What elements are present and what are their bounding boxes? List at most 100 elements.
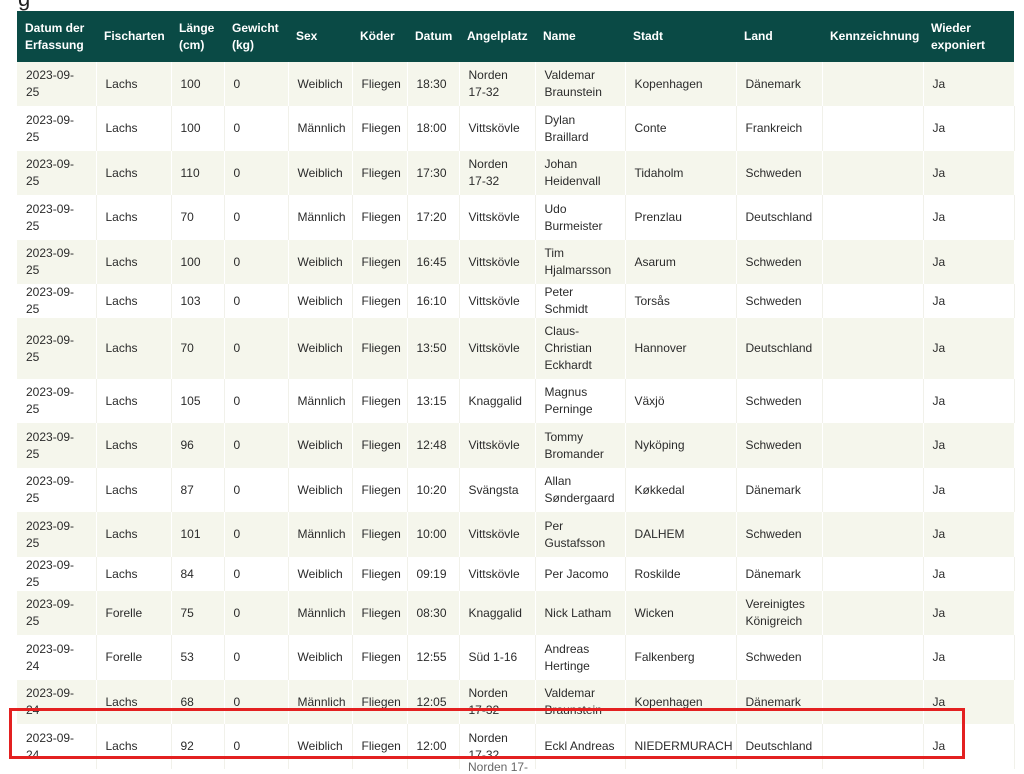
cell-name: Magnus Perninge bbox=[535, 379, 626, 423]
cell-land: Dänemark bbox=[736, 680, 823, 724]
cell-sex: Weiblich bbox=[288, 318, 353, 379]
header-fischarten[interactable]: Fischarten bbox=[96, 11, 171, 62]
cell-datum: 18:30 bbox=[407, 62, 460, 106]
table-row[interactable]: 2023-09-25 Lachs 70 0 Männlich Fliegen 17:20 Vi… bbox=[17, 195, 1015, 240]
header-koeder[interactable]: Köder bbox=[352, 11, 407, 62]
cell-kennzeichnung bbox=[822, 680, 924, 724]
cell-fischart: Lachs bbox=[96, 680, 172, 724]
cell-datum-erfassung: 2023-09-25 bbox=[17, 468, 97, 512]
cell-koeder: Fliegen bbox=[352, 423, 408, 468]
cell-stadt: Växjö bbox=[625, 379, 737, 423]
cell-sex: Männlich bbox=[288, 195, 353, 240]
cell-name: Allan Søndergaard bbox=[535, 468, 626, 512]
cell-wieder-exponiert: Ja bbox=[923, 680, 1015, 724]
cell-land: Schweden bbox=[736, 423, 823, 468]
cell-laenge: 84 bbox=[171, 557, 225, 591]
cell-laenge: 100 bbox=[171, 62, 225, 106]
table-row[interactable]: 2023-09-25 Lachs 96 0 Weiblich Fliegen 12:48 Vi… bbox=[17, 423, 1015, 468]
table-row[interactable]: 2023-09-25 Lachs 87 0 Weiblich Fliegen 10:20 Sv… bbox=[17, 468, 1015, 512]
cell-gewicht: 0 bbox=[224, 423, 289, 468]
cell-koeder: Fliegen bbox=[352, 557, 408, 591]
table-row[interactable]: 2023-09-25 Lachs 100 0 Männlich Fliegen 18:00 V… bbox=[17, 106, 1015, 151]
cell-kennzeichnung bbox=[822, 284, 924, 318]
cell-laenge: 101 bbox=[171, 512, 225, 557]
cell-sex: Männlich bbox=[288, 106, 353, 151]
cell-name: Tommy Bromander bbox=[535, 423, 626, 468]
cell-koeder: Fliegen bbox=[352, 635, 408, 680]
cell-fischart: Lachs bbox=[96, 557, 172, 591]
table-row[interactable]: 2023-09-25 Lachs 103 0 Weiblich Fliegen 16:10 V… bbox=[17, 284, 1015, 318]
cell-datum-erfassung: 2023-09-25 bbox=[17, 240, 97, 284]
cell-gewicht: 0 bbox=[224, 724, 289, 769]
cell-datum-erfassung: 2023-09-25 bbox=[17, 379, 97, 423]
table-row[interactable]: 2023-09-25 Lachs 70 0 Weiblich Fliegen 13:50 Vi… bbox=[17, 318, 1015, 379]
cell-wieder-exponiert: Ja bbox=[923, 62, 1015, 106]
cell-laenge: 110 bbox=[171, 151, 225, 195]
cell-angelplatz: Vittskövle bbox=[459, 557, 536, 591]
cell-gewicht: 0 bbox=[224, 379, 289, 423]
header-stadt[interactable]: Stadt bbox=[625, 11, 736, 62]
header-laenge[interactable]: Länge (cm) bbox=[171, 11, 224, 62]
cell-kennzeichnung bbox=[822, 240, 924, 284]
cell-gewicht: 0 bbox=[224, 680, 289, 724]
cell-angelplatz: Vittskövle bbox=[459, 423, 536, 468]
cell-stadt: Tidaholm bbox=[625, 151, 737, 195]
header-kennzeichnung[interactable]: Kennzeichnung bbox=[822, 11, 923, 62]
header-sex[interactable]: Sex bbox=[288, 11, 352, 62]
cell-gewicht: 0 bbox=[224, 62, 289, 106]
cell-datum-erfassung: 2023-09-24 bbox=[17, 724, 97, 769]
cell-datum: 10:00 bbox=[407, 512, 460, 557]
header-name[interactable]: Name bbox=[535, 11, 625, 62]
cell-wieder-exponiert: Ja bbox=[923, 468, 1015, 512]
cell-stadt: Kopenhagen bbox=[625, 62, 737, 106]
cell-kennzeichnung bbox=[822, 557, 924, 591]
table-body: 2023-09-25 Lachs 100 0 Weiblich Fliegen 18:30 N… bbox=[17, 62, 1015, 769]
cell-wieder-exponiert: Ja bbox=[923, 195, 1015, 240]
table-row[interactable]: 2023-09-24 Lachs 68 0 Männlich Fliegen 12:05 No… bbox=[17, 680, 1015, 724]
catch-records-table: Datum der Erfassung Fischarten Länge (cm… bbox=[17, 11, 1015, 769]
cell-datum-erfassung: 2023-09-25 bbox=[17, 591, 97, 635]
cell-kennzeichnung bbox=[822, 318, 924, 379]
catch-records-table-container: Datum der Erfassung Fischarten Länge (cm… bbox=[17, 11, 1015, 769]
cell-datum: 13:15 bbox=[407, 379, 460, 423]
cell-datum-erfassung: 2023-09-25 bbox=[17, 557, 97, 591]
cell-sex: Weiblich bbox=[288, 151, 353, 195]
cell-fischart: Lachs bbox=[96, 724, 172, 769]
header-gewicht[interactable]: Gewicht (kg) bbox=[224, 11, 288, 62]
cell-datum-erfassung: 2023-09-25 bbox=[17, 106, 97, 151]
cell-gewicht: 0 bbox=[224, 468, 289, 512]
header-land[interactable]: Land bbox=[736, 11, 822, 62]
table-row[interactable]: 2023-09-25 Forelle 75 0 Männlich Fliegen 08:30… bbox=[17, 591, 1015, 635]
table-row[interactable]: 2023-09-25 Lachs 100 0 Weiblich Fliegen 16:45 V… bbox=[17, 240, 1015, 284]
header-datum[interactable]: Datum bbox=[407, 11, 459, 62]
table-row[interactable]: 2023-09-24 Forelle 53 0 Weiblich Fliegen 12:55… bbox=[17, 635, 1015, 680]
cell-datum-erfassung: 2023-09-25 bbox=[17, 151, 97, 195]
cell-koeder: Fliegen bbox=[352, 284, 408, 318]
cell-sex: Weiblich bbox=[288, 423, 353, 468]
cell-datum: 12:00 bbox=[407, 724, 460, 769]
cell-fischart: Lachs bbox=[96, 512, 172, 557]
cell-wieder-exponiert: Ja bbox=[923, 240, 1015, 284]
cell-kennzeichnung bbox=[822, 635, 924, 680]
cell-fischart: Lachs bbox=[96, 151, 172, 195]
cell-gewicht: 0 bbox=[224, 195, 289, 240]
cell-name: Dylan Braillard bbox=[535, 106, 626, 151]
cell-name: Tim Hjalmarsson bbox=[535, 240, 626, 284]
header-angelplatz[interactable]: Angelplatz bbox=[459, 11, 535, 62]
table-row[interactable]: 2023-09-25 Lachs 84 0 Weiblich Fliegen 09:19 Vi… bbox=[17, 557, 1015, 591]
cell-name: Peter Schmidt bbox=[535, 284, 626, 318]
table-row[interactable]: 2023-09-25 Lachs 101 0 Männlich Fliegen 10:00 V… bbox=[17, 512, 1015, 557]
cell-gewicht: 0 bbox=[224, 318, 289, 379]
cell-angelplatz: Knaggalid bbox=[459, 591, 536, 635]
cell-laenge: 87 bbox=[171, 468, 225, 512]
table-row[interactable]: 2023-09-25 Lachs 100 0 Weiblich Fliegen 18:30 N… bbox=[17, 62, 1015, 106]
cell-sex: Männlich bbox=[288, 512, 353, 557]
table-row[interactable]: 2023-09-25 Lachs 105 0 Männlich Fliegen 13:15 K… bbox=[17, 379, 1015, 423]
cell-kennzeichnung bbox=[822, 62, 924, 106]
cell-koeder: Fliegen bbox=[352, 318, 408, 379]
header-datum-erfassung[interactable]: Datum der Erfassung bbox=[17, 11, 96, 62]
table-row[interactable]: 2023-09-25 Lachs 110 0 Weiblich Fliegen 17:30 N… bbox=[17, 151, 1015, 195]
header-wieder-exponiert[interactable]: Wieder exponiert bbox=[923, 11, 1014, 62]
cell-sex: Weiblich bbox=[288, 468, 353, 512]
cell-angelplatz: Vittskövle bbox=[459, 195, 536, 240]
